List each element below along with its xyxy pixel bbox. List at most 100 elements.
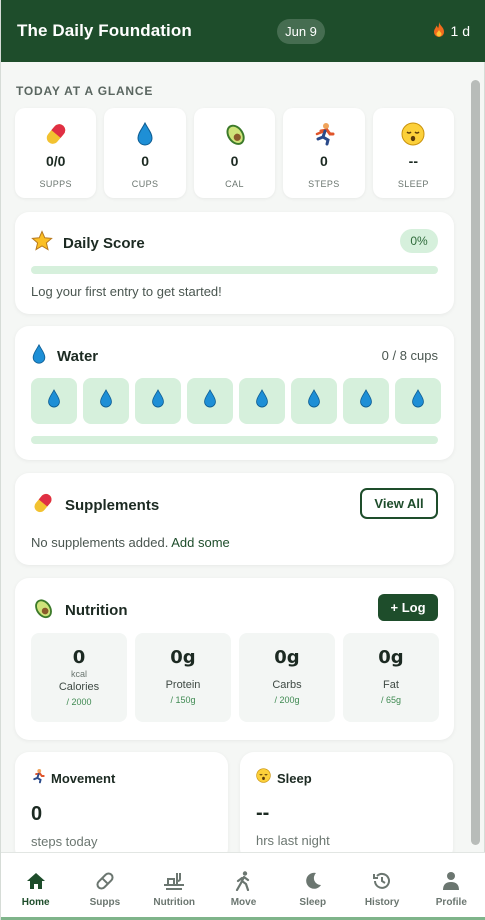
sleep-card[interactable]: Sleep -- hrs last night <box>240 752 453 852</box>
nav-item-nutrition[interactable]: Nutrition <box>140 853 209 920</box>
walking-icon <box>232 870 254 892</box>
nutrition-title: Nutrition <box>65 602 128 619</box>
pill-icon <box>94 870 116 892</box>
water-card: Water 0 / 8 cups <box>15 326 454 460</box>
macro-goal: / 65g <box>380 695 402 705</box>
movement-card[interactable]: Movement 0 steps today <box>15 752 228 852</box>
glance-value: 0 <box>320 153 328 169</box>
glance-value: 0 <box>141 153 149 169</box>
sleepy-face-icon <box>256 768 271 788</box>
glance-value: -- <box>408 153 418 169</box>
scrollbar[interactable] <box>471 80 480 845</box>
water-cups <box>31 378 441 424</box>
water-cup-button[interactable] <box>83 378 129 424</box>
macro-value: 0 <box>72 647 86 668</box>
nav-label: Nutrition <box>153 897 196 908</box>
sleep-label: hrs last night <box>256 833 330 848</box>
water-cup-button[interactable] <box>239 378 285 424</box>
supplements-title: Supplements <box>65 497 160 514</box>
avocado-icon <box>222 121 248 147</box>
water-cup-button[interactable] <box>343 378 389 424</box>
droplet-icon <box>307 389 321 413</box>
droplet-icon <box>99 389 113 413</box>
water-cup-button[interactable] <box>135 378 181 424</box>
glance-card-supps[interactable]: 0/0 SUPPS <box>15 108 97 198</box>
nav-item-move[interactable]: Move <box>209 853 278 920</box>
star-icon <box>31 230 53 257</box>
nav-label: Sleep <box>299 897 327 908</box>
nutrition-card: Nutrition + Log 0 kcal Calories / 2000 0… <box>15 578 454 740</box>
glance-value: 0 <box>230 153 239 169</box>
water-cup-button[interactable] <box>291 378 337 424</box>
person-icon <box>440 870 462 892</box>
macro-name: Carbs <box>272 679 302 691</box>
water-cup-button[interactable] <box>187 378 233 424</box>
sleep-value: -- <box>256 802 270 824</box>
glance-card-cal[interactable]: 0 CAL <box>193 108 276 198</box>
glance-card-cups[interactable]: 0 CUPS <box>104 108 186 198</box>
nav-item-history[interactable]: History <box>347 853 416 920</box>
macro-unit: kcal <box>70 669 87 679</box>
water-cup-button[interactable] <box>31 378 77 424</box>
supplements-card: Supplements View All No supplements adde… <box>15 473 454 565</box>
glance-label: SLEEP <box>397 179 429 189</box>
glance-row: 0/0 SUPPS 0 CUPS 0 CAL 0 STEPS -- SLEEP <box>15 108 455 198</box>
runner-icon <box>311 121 337 147</box>
nav-label: Home <box>21 897 50 908</box>
home-icon <box>25 870 47 892</box>
utensils-icon <box>163 870 185 892</box>
water-cup-button[interactable] <box>395 378 441 424</box>
bottom-nav: Home Supps Nutrition Move Sleep History … <box>1 852 485 920</box>
movement-value: 0 <box>31 803 43 825</box>
add-supplements-link[interactable]: Add some <box>171 535 230 550</box>
main-scroll[interactable]: TODAY AT A GLANCE 0/0 SUPPS 0 CUPS 0 CAL… <box>1 62 485 852</box>
nav-item-home[interactable]: Home <box>1 853 70 920</box>
card-header: Nutrition <box>31 596 438 625</box>
droplet-icon <box>31 343 47 369</box>
macro-protein: 0g Protein / 150g <box>135 633 231 722</box>
nav-item-profile[interactable]: Profile <box>417 853 485 920</box>
moon-icon <box>302 870 324 892</box>
sleepy-face-icon <box>400 121 426 147</box>
streak-indicator: 1 d <box>433 21 470 41</box>
flame-icon <box>433 21 445 41</box>
droplet-icon <box>132 121 158 147</box>
macro-fat: 0g Fat / 65g <box>343 633 439 722</box>
macro-goal: / 2000 <box>66 697 92 707</box>
view-all-button[interactable]: View All <box>360 488 438 519</box>
date-pill[interactable]: Jun 9 <box>277 19 325 44</box>
glance-label: CAL <box>225 179 244 189</box>
droplet-icon <box>47 389 61 413</box>
macro-name: Fat <box>383 679 399 691</box>
avocado-icon <box>31 596 55 625</box>
macro-name: Protein <box>165 679 201 691</box>
card-header: Water <box>31 343 438 369</box>
nav-label: Move <box>230 897 257 908</box>
pill-icon <box>31 491 55 520</box>
glance-label: CUPS <box>131 179 159 189</box>
glance-card-steps[interactable]: 0 STEPS <box>283 108 365 198</box>
app-header: The Daily Foundation Jun 9 1 d <box>1 0 485 62</box>
nav-label: Profile <box>435 897 467 908</box>
macro-grid: 0 kcal Calories / 2000 0g Protein / 150g… <box>31 633 439 722</box>
supplements-empty-text: No supplements added. <box>31 535 169 550</box>
runner-icon <box>31 768 45 789</box>
macro-value: 0g <box>170 647 196 668</box>
daily-score-title: Daily Score <box>63 235 145 252</box>
droplet-icon <box>411 389 425 413</box>
macro-name: Calories <box>58 681 100 693</box>
score-hint: Log your first entry to get started! <box>31 284 222 299</box>
water-title: Water <box>57 348 99 365</box>
daily-score-card: Daily Score 0% Log your first entry to g… <box>15 212 454 314</box>
macro-value: 0g <box>378 647 404 668</box>
nav-label: Supps <box>89 897 121 908</box>
glance-card-sleep[interactable]: -- SLEEP <box>372 108 455 198</box>
log-food-button[interactable]: + Log <box>378 594 438 621</box>
card-header: Sleep <box>256 768 437 788</box>
score-progress-bar <box>31 266 438 274</box>
card-header: Daily Score <box>31 230 438 257</box>
nav-item-sleep[interactable]: Sleep <box>278 853 347 920</box>
nav-item-supps[interactable]: Supps <box>70 853 139 920</box>
macro-goal: / 150g <box>170 695 196 705</box>
droplet-icon <box>203 389 217 413</box>
